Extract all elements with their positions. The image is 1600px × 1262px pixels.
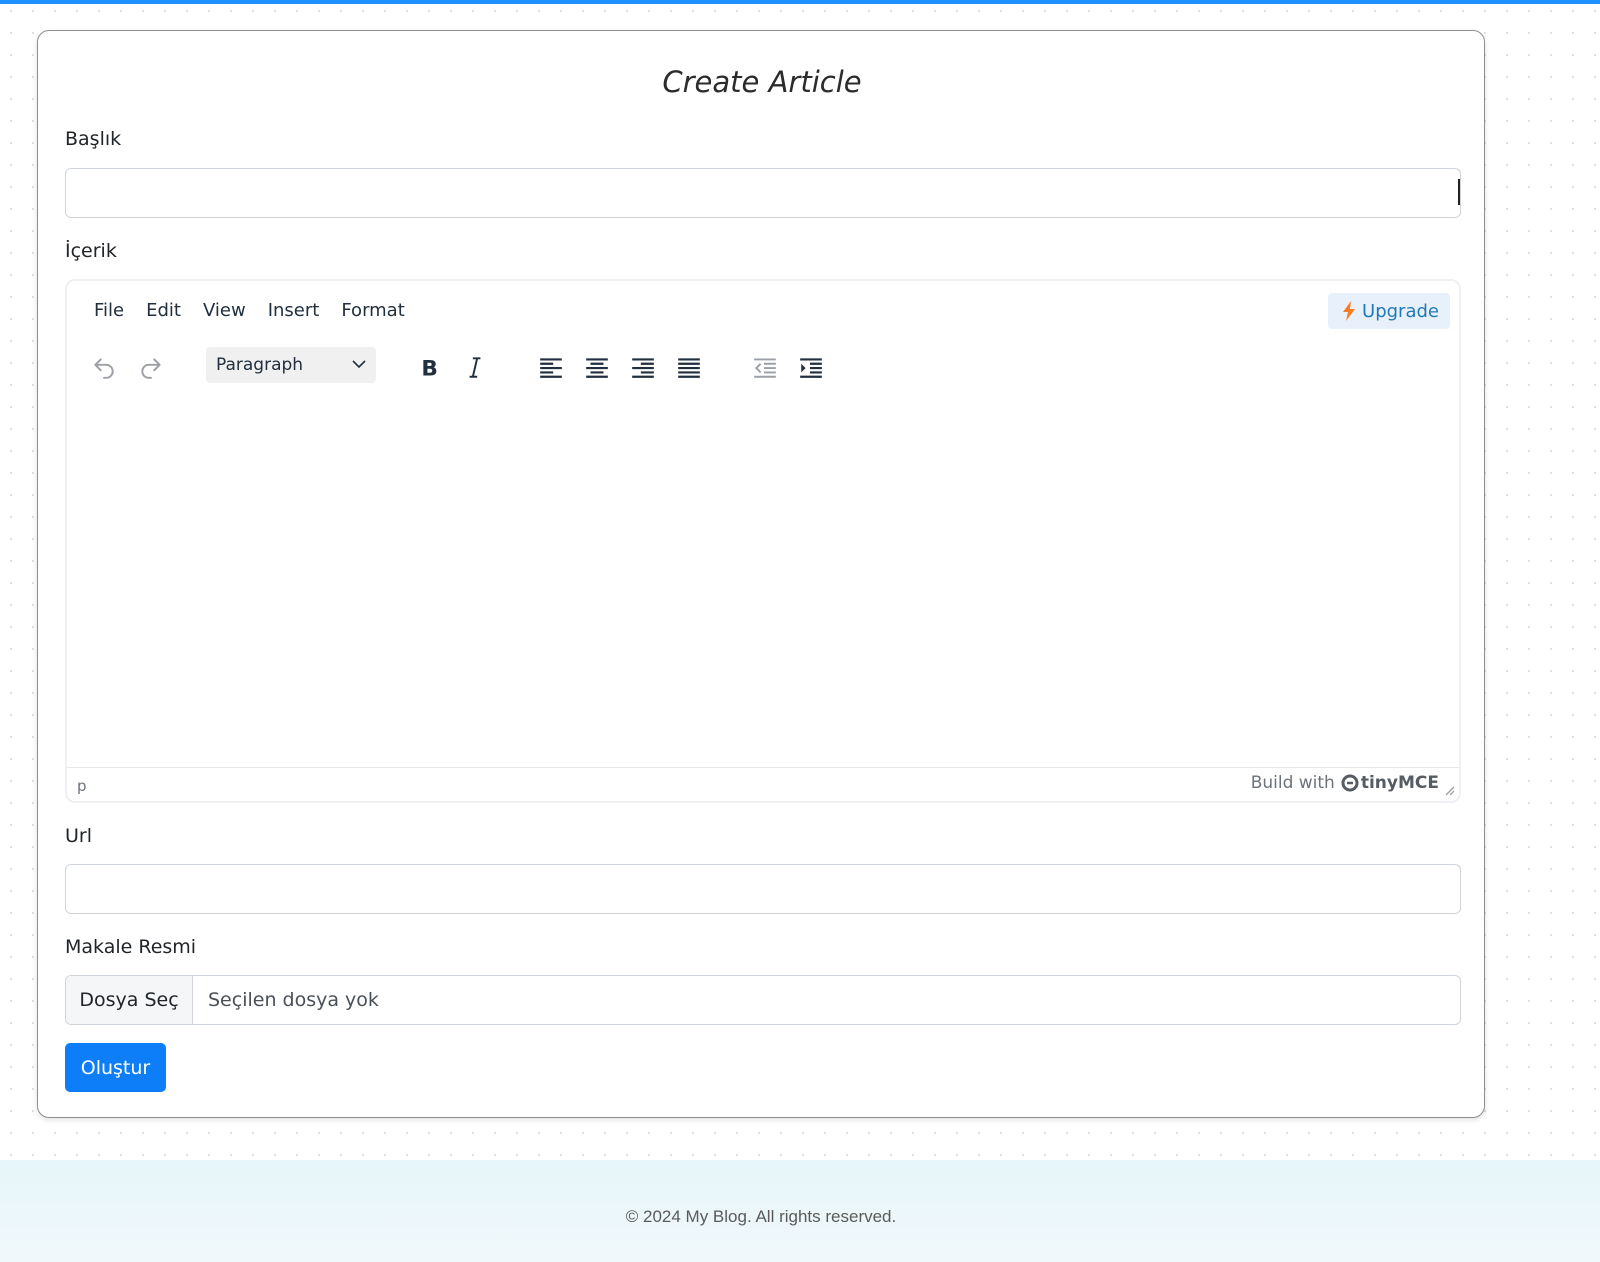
menu-format[interactable]: Format	[330, 293, 415, 329]
redo-icon	[141, 358, 161, 379]
url-label: Url	[65, 825, 92, 847]
align-right-icon	[632, 358, 654, 378]
image-label: Makale Resmi	[65, 936, 197, 958]
branding-name: tinyMCE	[1360, 773, 1439, 793]
create-button[interactable]: Oluştur	[65, 1043, 166, 1092]
undo-button[interactable]	[84, 349, 124, 385]
url-input[interactable]	[65, 864, 1461, 914]
page-title: Create Article	[662, 65, 862, 99]
italic-button[interactable]	[455, 349, 495, 385]
menu-file[interactable]: File	[83, 293, 135, 329]
outdent-button[interactable]	[745, 349, 785, 385]
footer-copyright: © 2024 My Blog. All rights reserved.	[625, 1207, 897, 1226]
block-format-value: Paragraph	[216, 355, 304, 375]
choose-file-button[interactable]: Dosya Seç	[66, 976, 193, 1024]
align-left-icon	[540, 358, 562, 378]
branding-prefix: Build with	[1250, 773, 1335, 793]
align-right-button[interactable]	[623, 349, 663, 385]
file-status: Seçilen dosya yok	[208, 989, 379, 1011]
svg-text:B: B	[421, 357, 438, 380]
bold-button[interactable]: B	[409, 349, 449, 385]
align-justify-button[interactable]	[669, 349, 709, 385]
text-caret	[1458, 179, 1460, 205]
align-center-button[interactable]	[577, 349, 617, 385]
outdent-icon	[754, 358, 776, 378]
indent-icon	[800, 358, 822, 378]
tinymce-logo: tinyMCE	[1341, 773, 1439, 793]
tinymce-branding[interactable]: Build with tinyMCE	[1251, 773, 1439, 793]
menu-insert[interactable]: Insert	[257, 293, 331, 329]
indent-button[interactable]	[791, 349, 831, 385]
redo-button[interactable]	[131, 349, 171, 385]
block-format-select[interactable]: Paragraph	[206, 347, 376, 383]
editor-menubar: File Edit View Insert Format	[67, 293, 416, 329]
editor-content-area[interactable]	[67, 397, 1459, 767]
element-path[interactable]: p	[77, 777, 87, 795]
chevron-down-icon	[352, 360, 366, 369]
menu-edit[interactable]: Edit	[135, 293, 192, 329]
editor-toolbar: Paragraph B	[67, 341, 1459, 397]
title-input-wrapper	[65, 168, 1461, 218]
footer: © 2024 My Blog. All rights reserved.	[0, 1160, 1600, 1262]
top-accent-bar	[0, 0, 1600, 4]
resize-handle-icon[interactable]	[1443, 784, 1455, 796]
title-label: Başlık	[65, 128, 122, 150]
align-left-button[interactable]	[531, 349, 571, 385]
create-article-card: Create Article Başlık İçerik File Edit V…	[37, 30, 1485, 1118]
upgrade-button[interactable]: Upgrade	[1328, 293, 1450, 329]
title-input[interactable]	[65, 168, 1461, 218]
menu-view[interactable]: View	[192, 293, 257, 329]
undo-icon	[94, 358, 114, 379]
tinymce-logo-icon	[1341, 774, 1359, 792]
content-label: İçerik	[65, 240, 117, 262]
upgrade-label: Upgrade	[1362, 300, 1439, 322]
italic-icon	[469, 357, 481, 378]
rich-text-editor: File Edit View Insert Format Upgrade Par…	[65, 279, 1461, 803]
editor-statusbar: p Build with tinyMCE	[67, 767, 1459, 801]
align-center-icon	[586, 358, 608, 378]
bolt-icon	[1343, 301, 1356, 321]
align-justify-icon	[678, 358, 700, 378]
bold-icon: B	[421, 357, 438, 380]
article-image-file-input[interactable]: Dosya Seç Seçilen dosya yok	[65, 975, 1461, 1025]
